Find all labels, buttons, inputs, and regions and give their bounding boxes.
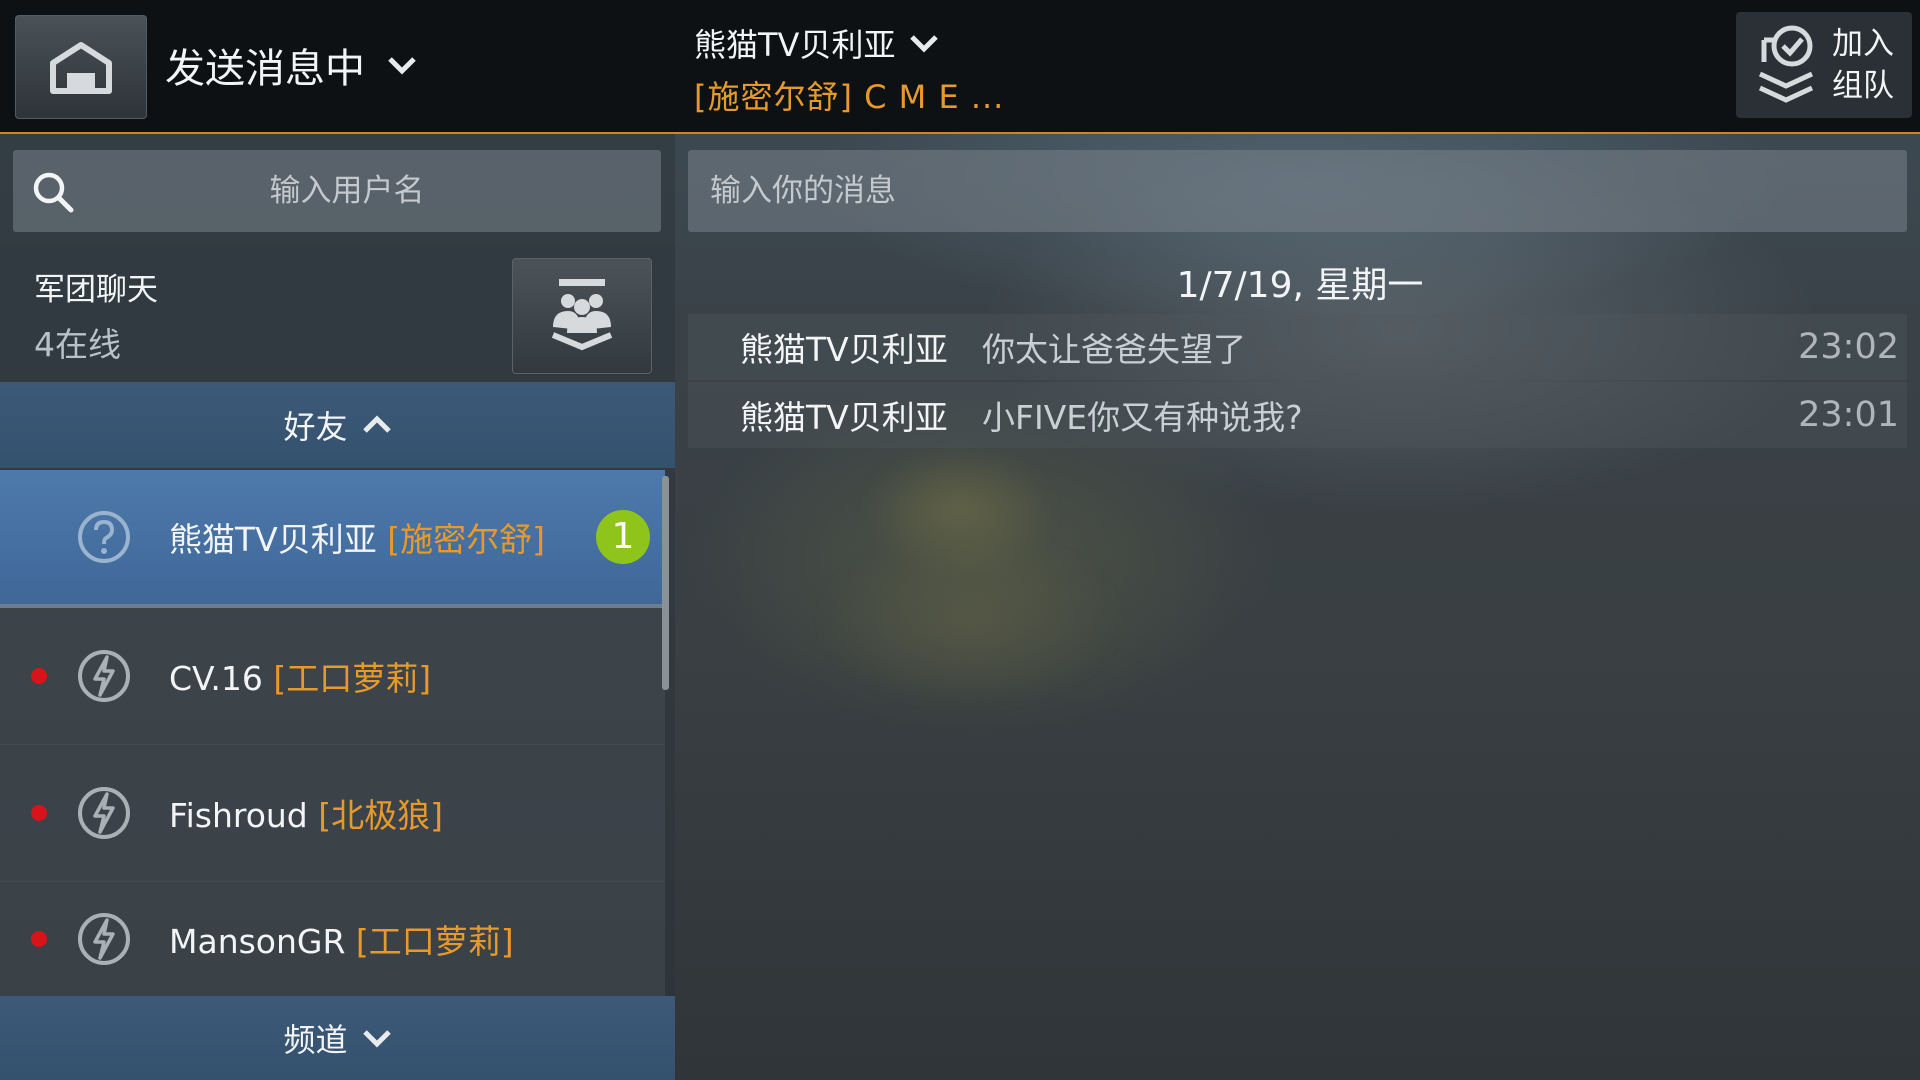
friend-row[interactable]: 熊猫TV贝利亚 [施密尔舒] 1 xyxy=(0,470,665,608)
channels-section-toggle[interactable]: 频道 xyxy=(0,996,675,1080)
send-mode-title: 发送消息中 xyxy=(165,46,365,92)
username-search-input[interactable] xyxy=(13,150,661,232)
friend-clan-tag: [工口萝莉] xyxy=(355,922,514,961)
offline-dot xyxy=(31,668,47,684)
lightning-status-icon xyxy=(78,650,130,702)
friend-row[interactable]: MansonGR [工口萝莉] xyxy=(0,882,665,997)
message-text: 你太让爸爸失望了 xyxy=(982,330,1246,369)
user-search-box[interactable] xyxy=(13,150,661,232)
clan-online-count: 4在线 xyxy=(34,325,121,364)
message-row: 熊猫TV贝利亚 小FIVE你又有种说我? 23:01 xyxy=(688,382,1907,448)
friend-clan-tag: [北极狼] xyxy=(318,796,444,835)
channels-section-label: 频道 xyxy=(283,1021,348,1059)
friend-clan-tag: [施密尔舒] xyxy=(387,520,545,559)
friend-nickname: CV.16 xyxy=(169,659,263,698)
clan-icon xyxy=(551,279,613,351)
lightning-status-icon xyxy=(78,913,130,965)
friend-name: MansonGR [工口萝莉] xyxy=(169,915,514,963)
friend-clan-tag: [工口萝莉] xyxy=(273,659,432,698)
offline-dot xyxy=(31,931,47,947)
background-tank xyxy=(800,420,1160,740)
join-label-line1: 加入 xyxy=(1832,26,1894,62)
unread-badge: 1 xyxy=(596,510,650,564)
chat-target-clan: [施密尔舒] C M E ... xyxy=(694,78,1005,116)
send-mode-dropdown[interactable]: 发送消息中 xyxy=(165,36,417,94)
message-sender[interactable]: 熊猫TV贝利亚 xyxy=(740,323,948,371)
chevron-down-icon xyxy=(910,35,939,53)
friend-name: 熊猫TV贝利亚 [施密尔舒] xyxy=(169,513,545,561)
chat-target-dropdown[interactable]: 熊猫TV贝利亚 [施密尔舒] C M E ... xyxy=(694,20,1004,118)
friends-scrollbar[interactable] xyxy=(662,476,669,690)
message-time: 23:01 xyxy=(1798,395,1899,435)
lightning-status-icon xyxy=(78,787,130,839)
friend-nickname: MansonGR xyxy=(169,922,346,961)
join-platoon-button[interactable]: 加入 组队 xyxy=(1736,12,1912,118)
chat-target-name: 熊猫TV贝利亚 xyxy=(694,26,896,64)
chevron-down-icon xyxy=(388,57,416,75)
garage-icon xyxy=(50,42,112,94)
join-label-line2: 组队 xyxy=(1832,68,1894,104)
message-row: 熊猫TV贝利亚 你太让爸爸失望了 23:02 xyxy=(688,314,1907,380)
message-time: 23:02 xyxy=(1798,327,1899,367)
home-button[interactable] xyxy=(15,15,147,119)
friend-name: Fishroud [北极狼] xyxy=(169,789,443,837)
message-date: 1/7/19, 星期一 xyxy=(1176,265,1424,306)
contacts-panel: 军团聊天 4在线 好友 熊猫TV贝利亚 [施密尔舒] 1 xyxy=(0,134,675,1080)
friend-row[interactable]: CV.16 [工口萝莉] xyxy=(0,608,665,745)
chevron-down-icon xyxy=(362,1030,391,1048)
clan-chat-title: 军团聊天 xyxy=(34,272,158,308)
message-text: 小FIVE你又有种说我? xyxy=(982,398,1303,437)
message-input[interactable] xyxy=(688,150,1907,232)
unknown-status-icon xyxy=(78,511,130,563)
message-sender[interactable]: 熊猫TV贝利亚 xyxy=(740,391,948,439)
message-input-box[interactable] xyxy=(688,150,1907,232)
friend-nickname: 熊猫TV贝利亚 xyxy=(169,520,377,559)
offline-dot xyxy=(31,805,47,821)
platoon-join-icon xyxy=(1758,25,1814,103)
top-bar: 发送消息中 熊猫TV贝利亚 [施密尔舒] C M E ... 加入 组队 xyxy=(0,0,1920,134)
clan-members-button[interactable] xyxy=(512,258,652,374)
chevron-up-icon xyxy=(362,415,391,433)
friends-section-label: 好友 xyxy=(283,408,348,446)
friend-nickname: Fishroud xyxy=(169,796,308,835)
friends-section-toggle[interactable]: 好友 xyxy=(0,382,675,468)
friend-name: CV.16 [工口萝莉] xyxy=(169,652,431,700)
friend-row[interactable]: Fishroud [北极狼] xyxy=(0,745,665,882)
